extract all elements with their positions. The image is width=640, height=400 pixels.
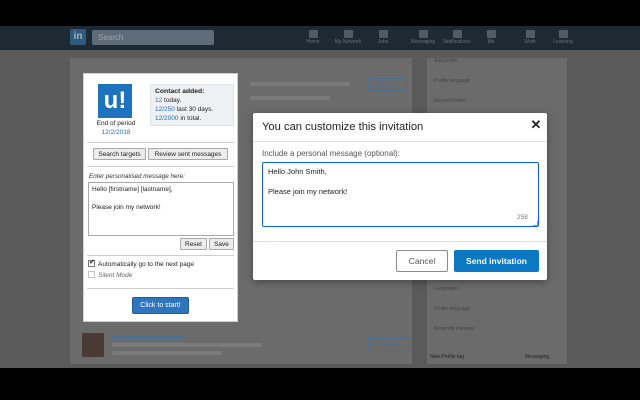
- nav-work[interactable]: Work: [515, 30, 545, 48]
- connect-button[interactable]: Connect: [368, 78, 406, 91]
- reset-button[interactable]: Reset: [180, 238, 207, 250]
- cancel-button[interactable]: Cancel: [396, 250, 448, 272]
- divider: [87, 142, 234, 143]
- home-icon: [308, 30, 318, 38]
- letterbox-top: [0, 0, 640, 26]
- work-icon: [525, 30, 535, 38]
- review-sent-messages-button[interactable]: Review sent messages: [148, 148, 228, 160]
- bg-text-line: [112, 335, 184, 339]
- close-icon[interactable]: ✕: [529, 118, 543, 132]
- letterbox-bottom: [0, 368, 640, 400]
- resize-handle-icon[interactable]: [533, 221, 538, 226]
- side-item[interactable]: Languages: [434, 286, 459, 292]
- auto-next-page-option[interactable]: Automatically go to the next page: [88, 258, 195, 270]
- connect-button[interactable]: Connect: [368, 338, 410, 352]
- silent-mode-option[interactable]: Silent Mode: [88, 270, 133, 281]
- avatar[interactable]: [82, 333, 104, 357]
- silent-mode-label: Silent Mode: [98, 272, 133, 279]
- character-counter: 258: [517, 214, 528, 221]
- nav-notifications[interactable]: Notifications: [442, 30, 472, 48]
- stat-30-days: 12/250 last 30 days.: [155, 106, 214, 113]
- notifications-icon: [452, 30, 462, 38]
- period-date: 12/2/2018: [101, 129, 131, 136]
- bg-text-line: [112, 351, 222, 355]
- contact-stats: Contact added: 12 today. 12/250 last 30 …: [150, 84, 234, 126]
- messaging-icon: [418, 30, 428, 38]
- stat-total: 12/2000 in total.: [155, 115, 202, 122]
- search-input[interactable]: Search: [92, 30, 214, 45]
- side-item[interactable]: Add profile: [434, 58, 458, 64]
- messaging-bar[interactable]: Messaging: [525, 354, 549, 360]
- nav-jobs[interactable]: Jobs: [368, 30, 398, 48]
- extension-panel: u! End of period 12/2/2018 Contact added…: [83, 73, 238, 322]
- jobs-icon: [378, 30, 388, 38]
- linkedin-top-nav: in Search Home My Network Jobs Messaging…: [0, 26, 640, 50]
- linkedin-logo[interactable]: in: [70, 29, 86, 45]
- send-invitation-button[interactable]: Send invitation: [454, 250, 539, 272]
- nav-home[interactable]: Home: [298, 30, 328, 48]
- nav-my-network[interactable]: My Network: [333, 30, 363, 48]
- modal-divider: [253, 141, 547, 142]
- side-item[interactable]: Profile language: [434, 306, 470, 312]
- side-item[interactable]: Nonprofit interests: [434, 326, 475, 332]
- nav-me[interactable]: Me: [476, 30, 506, 48]
- period-info: End of period 12/2/2018: [87, 119, 145, 137]
- side-item[interactable]: Recent Profile: [434, 98, 465, 104]
- period-label: End of period: [96, 120, 136, 127]
- modal-divider: [253, 241, 547, 242]
- personalised-message-input[interactable]: Hello [firstname] [lastname], Please joi…: [88, 182, 234, 236]
- learning-icon: [558, 30, 568, 38]
- auto-next-checkbox[interactable]: [88, 258, 95, 268]
- start-button[interactable]: Click to start!: [132, 297, 189, 314]
- divider: [87, 255, 234, 256]
- invitation-modal: You can customize this invitation ✕ Incl…: [253, 113, 547, 280]
- side-item[interactable]: Profile language: [434, 78, 470, 84]
- modal-title: You can customize this invitation: [262, 121, 424, 133]
- divider: [87, 288, 234, 289]
- silent-mode-checkbox[interactable]: [88, 270, 95, 278]
- me-icon: [486, 30, 496, 38]
- stat-today: 12 today.: [155, 97, 182, 104]
- nav-messaging[interactable]: Messaging: [408, 30, 438, 48]
- bg-text-line: [112, 343, 262, 347]
- network-icon: [343, 30, 353, 38]
- save-button[interactable]: Save: [209, 238, 234, 250]
- search-targets-button[interactable]: Search targets: [93, 148, 146, 160]
- contact-added-title: Contact added:: [155, 88, 205, 95]
- nav-learning[interactable]: Learning: [548, 30, 578, 48]
- personal-message-input[interactable]: Hello John Smith, Please join my network…: [262, 162, 539, 227]
- message-hint: Enter personalised message here:: [89, 173, 185, 180]
- bg-text-line: [250, 82, 350, 86]
- divider: [87, 166, 234, 167]
- bg-text-line: [250, 96, 330, 100]
- message-label: Include a personal message (optional):: [262, 149, 400, 158]
- extension-logo: u!: [98, 84, 132, 118]
- auto-next-label: Automatically go to the next page: [98, 261, 195, 268]
- new-profile-tag-bar[interactable]: New Profile tag: [430, 354, 464, 360]
